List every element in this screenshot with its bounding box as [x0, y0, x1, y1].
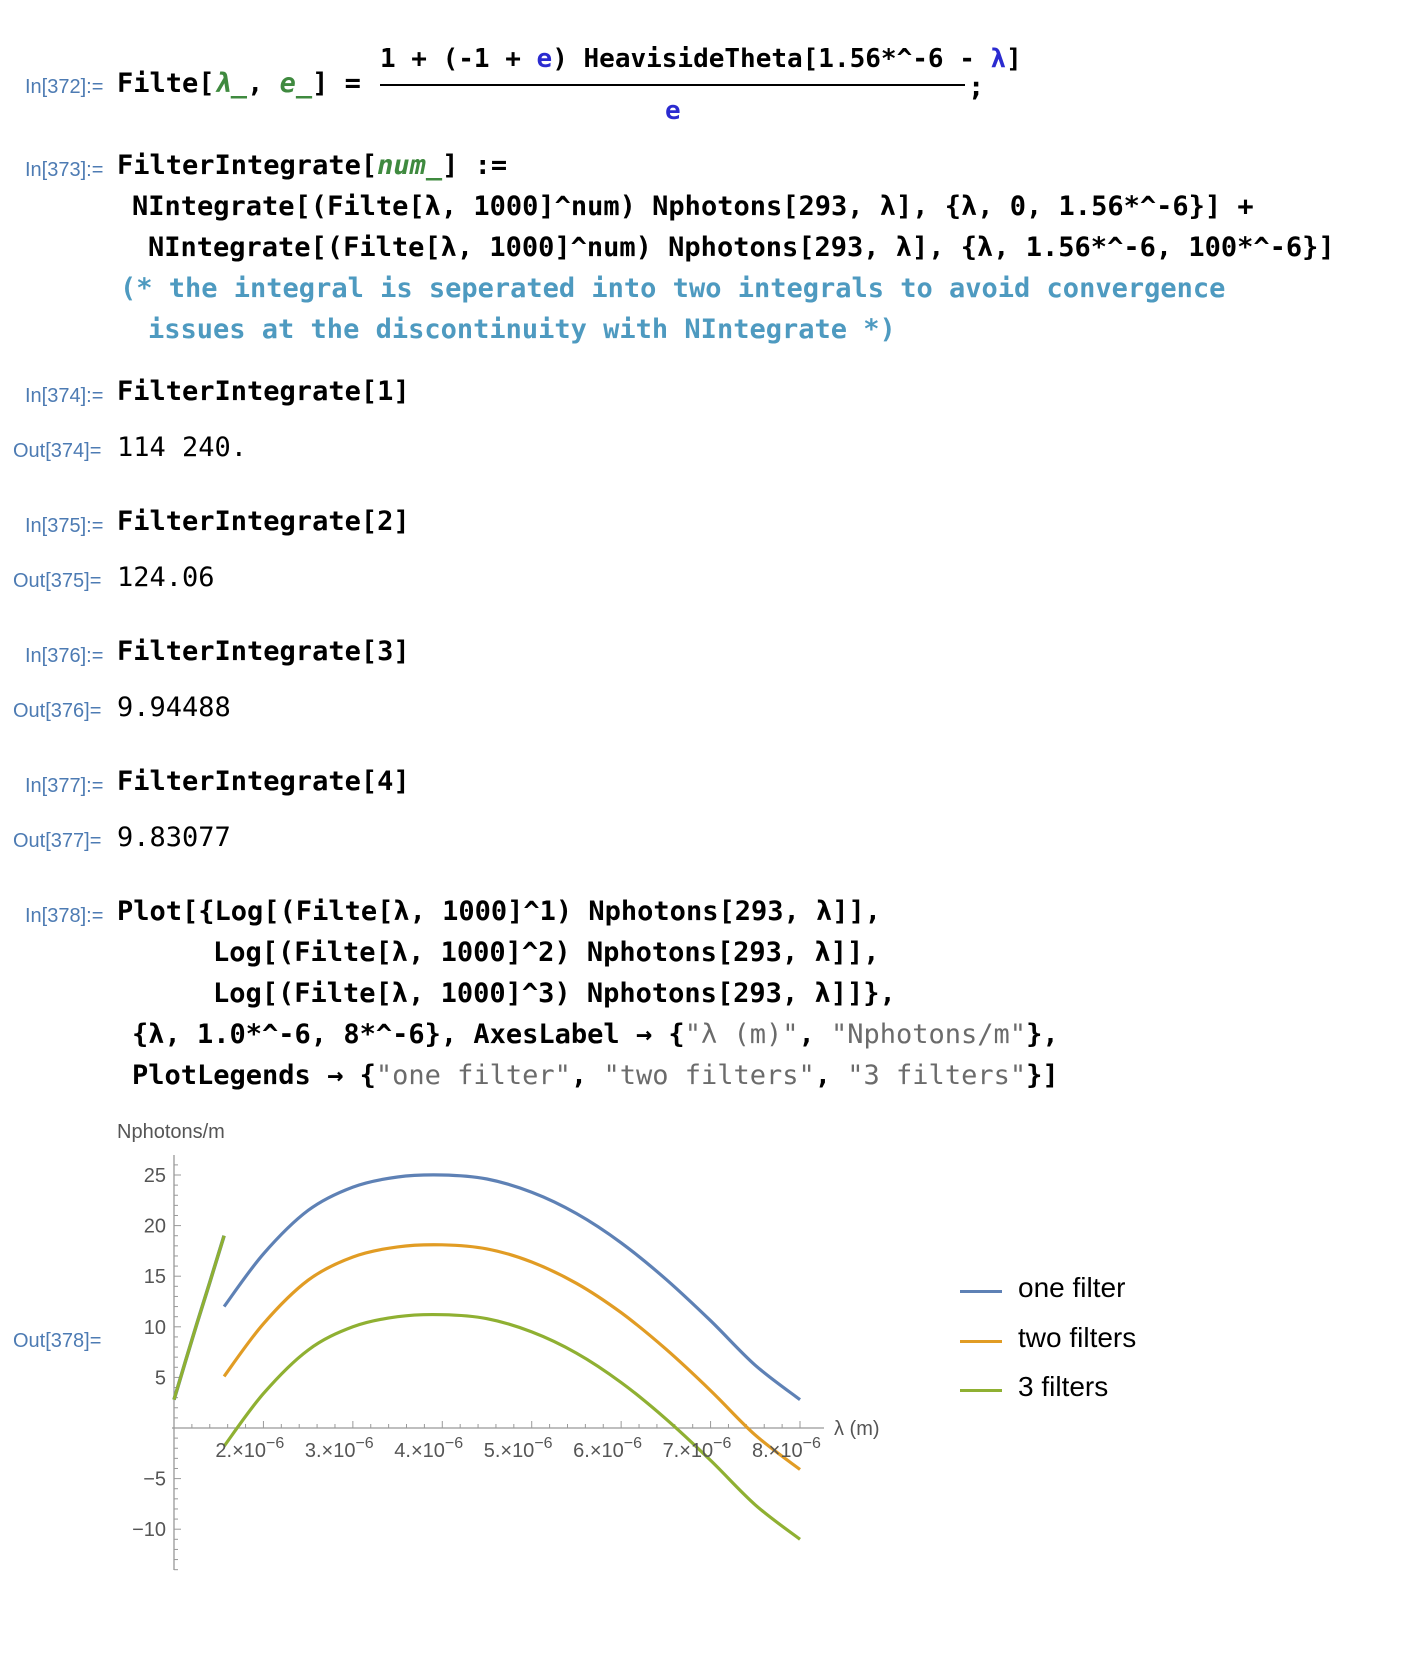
- in-label: In[373]:=: [25, 159, 104, 181]
- code-input[interactable]: FilterIntegrate[1]: [117, 376, 410, 407]
- in-label: In[376]:=: [25, 645, 104, 667]
- output-value: 9.83077: [117, 822, 231, 853]
- x-tick-label: 6.×10−6: [573, 1435, 642, 1462]
- code-line-1[interactable]: Plot[{Log[(Filte[λ, 1000]^1) Nphotons[29…: [117, 896, 881, 927]
- code-comment-2: issues at the discontinuity with NIntegr…: [148, 314, 896, 345]
- out-label: Out[376]=: [13, 700, 102, 722]
- series-line-1: [222, 1173, 801, 1401]
- legend-swatch: [960, 1340, 1002, 1343]
- code-input[interactable]: FilterIntegrate[3]: [117, 636, 410, 667]
- y-tick-label: 20: [144, 1216, 166, 1238]
- legend-label: two filters: [1018, 1322, 1137, 1353]
- plot-chart[interactable]: −10 −5 5 10 15 20 25 2.×10−6 3.×10−6 4.×10−6 5.×10…: [0, 1110, 900, 1580]
- code-line-2[interactable]: NIntegrate[(Filte[λ, 1000]^num) Nphotons…: [132, 191, 1254, 222]
- x-tick-label: 4.×10−6: [394, 1435, 463, 1462]
- plot-tick-labels: −10 −5 5 10 15 20 25 2.×10−6 3.×10−6 4.×10−6 5.×10…: [132, 1165, 821, 1541]
- series-shared-segment: [172, 1235, 226, 1401]
- code-line-4[interactable]: {λ, 1.0*^-6, 8*^-6}, AxesLabel → {"λ (m)…: [132, 1019, 1059, 1050]
- series-line-3: [222, 1312, 801, 1541]
- in-label: In[374]:=: [25, 385, 104, 407]
- fraction-numerator: 1 + (-1 + e) HeavisideTheta[1.56*^-6 - λ…: [380, 44, 1022, 74]
- output-value: 124.06: [117, 562, 215, 593]
- y-tick-label: 15: [144, 1266, 166, 1288]
- code-comment-1: (* the integral is seperated into two in…: [120, 273, 1226, 304]
- x-axis-label: λ (m): [834, 1418, 880, 1440]
- y-axis-label: Nphotons/m: [117, 1121, 225, 1143]
- out-label: Out[374]=: [13, 440, 102, 462]
- out-label: Out[377]=: [13, 830, 102, 852]
- x-tick-label: 7.×10−6: [663, 1435, 732, 1462]
- legend-swatch: [960, 1389, 1002, 1392]
- legend-label: one filter: [1018, 1272, 1126, 1303]
- y-tick-label: −10: [132, 1519, 166, 1541]
- in-label: In[378]:=: [25, 905, 104, 927]
- in-label: In[372]:=: [25, 76, 104, 98]
- x-tick-label: 5.×10−6: [484, 1435, 553, 1462]
- code-input[interactable]: FilterIntegrate[2]: [117, 506, 410, 537]
- legend-swatch: [960, 1290, 1002, 1293]
- in-label: In[375]:=: [25, 515, 104, 537]
- y-tick-label: −5: [143, 1469, 166, 1491]
- code-line-3[interactable]: NIntegrate[(Filte[λ, 1000]^num) Nphotons…: [148, 232, 1335, 263]
- out-label: Out[375]=: [13, 570, 102, 592]
- x-tick-label: 2.×10−6: [215, 1435, 284, 1462]
- x-tick-label: 8.×10−6: [752, 1435, 821, 1462]
- code-input[interactable]: FilterIntegrate[4]: [117, 766, 410, 797]
- fraction-denominator: e: [665, 96, 681, 126]
- x-tick-label: 3.×10−6: [305, 1435, 374, 1462]
- code-line-3[interactable]: Log[(Filte[λ, 1000]^3) Nphotons[293, λ]]…: [213, 978, 896, 1009]
- y-tick-label: 25: [144, 1165, 166, 1187]
- in-label: In[377]:=: [25, 775, 104, 797]
- output-value: 114 240.: [117, 432, 248, 463]
- y-tick-label: 10: [144, 1317, 166, 1339]
- plot-axes: [172, 1155, 824, 1571]
- fraction-bar: [380, 84, 965, 86]
- code-input[interactable]: Filte[λ_, e_] =: [117, 68, 361, 99]
- semicolon: ;: [968, 72, 985, 103]
- plot-curves: [172, 1173, 801, 1541]
- code-line-1[interactable]: FilterIntegrate[num_] :=: [117, 150, 507, 181]
- legend-label: 3 filters: [1018, 1371, 1109, 1402]
- code-line-2[interactable]: Log[(Filte[λ, 1000]^2) Nphotons[293, λ]]…: [213, 937, 879, 968]
- output-value: 9.94488: [117, 692, 231, 723]
- y-tick-label: 5: [155, 1367, 166, 1389]
- code-line-5[interactable]: PlotLegends → {"one filter", "two filter…: [132, 1060, 1059, 1091]
